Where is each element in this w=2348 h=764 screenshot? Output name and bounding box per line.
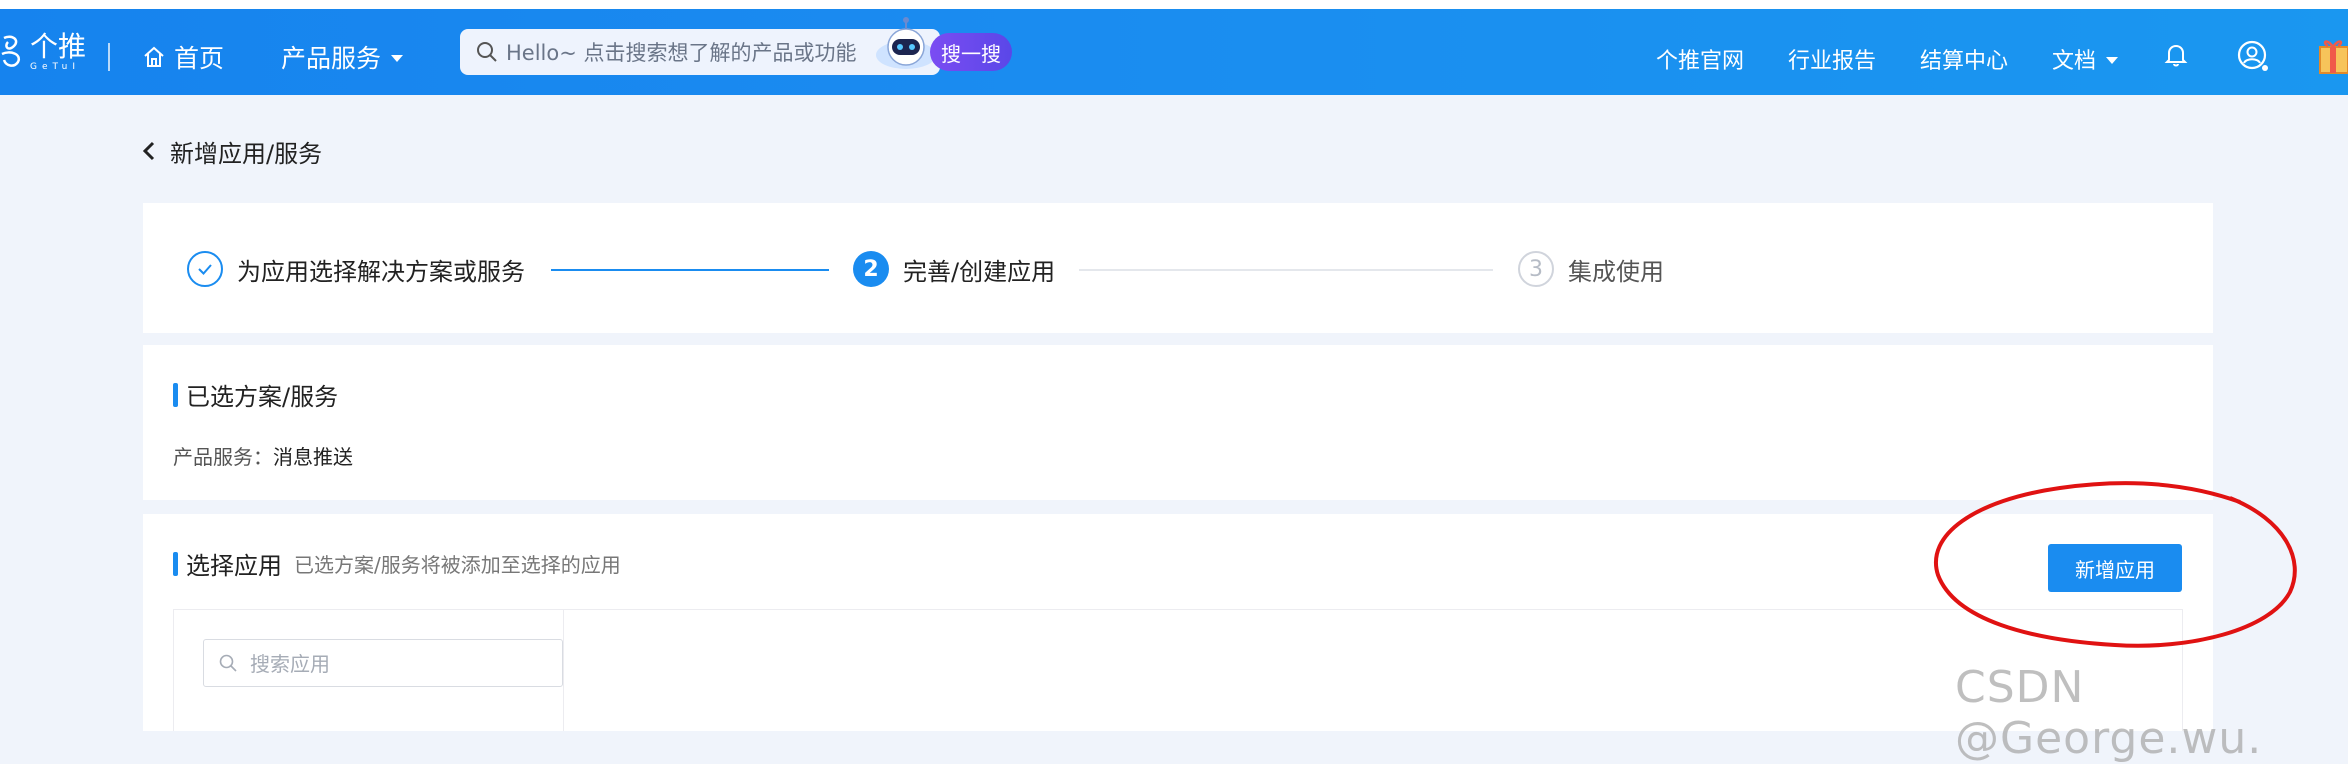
section-accent-bar (173, 382, 178, 407)
nav-docs-menu[interactable]: 文档 (2052, 39, 2119, 79)
global-search (460, 17, 940, 77)
product-value: 消息推送 (273, 445, 353, 469)
selected-solution-title: 已选方案/服务 (173, 377, 338, 412)
selected-product-line: 产品服务：消息推送 (173, 441, 353, 470)
step-1: 为应用选择解决方案或服务 (187, 249, 525, 289)
search-icon (477, 42, 497, 62)
logo-mark-icon (0, 32, 26, 72)
gift-icon[interactable] (2316, 33, 2348, 75)
browser-top-strip (0, 0, 2348, 9)
nav-home-link[interactable]: 首页 (142, 37, 224, 77)
step-2: 2 完善/创建应用 (853, 249, 1055, 289)
chevron-down-icon (2106, 57, 2119, 64)
user-circle-icon[interactable] (2236, 39, 2270, 73)
nav-link-billing-center[interactable]: 结算中心 (1920, 39, 2008, 79)
chevron-left-icon (142, 141, 155, 161)
chevron-down-icon (391, 55, 404, 62)
annotation-circle (1934, 481, 2297, 648)
app-search-box (203, 639, 563, 688)
selected-solution-title-text: 已选方案/服务 (186, 383, 339, 411)
home-icon (144, 46, 164, 67)
watermark: CSDN @George.wu. (1955, 662, 2263, 764)
nav-link-industry-report[interactable]: 行业报告 (1788, 39, 1876, 79)
global-search-input[interactable] (504, 29, 908, 77)
choose-app-title-text: 选择应用 (186, 552, 282, 580)
search-icon (219, 654, 237, 672)
step-1-label: 为应用选择解决方案或服务 (237, 257, 525, 286)
nav-link-official-site[interactable]: 个推官网 (1656, 39, 1744, 79)
step-3-number: 3 (1518, 251, 1554, 287)
bell-icon[interactable] (2164, 42, 2188, 68)
choose-app-subtitle: 已选方案/服务将被添加至选择的应用 (294, 553, 621, 577)
logo-text: 个推 (30, 29, 87, 63)
logo-subtext: GeTuI (30, 61, 81, 72)
nav-products-menu[interactable]: 产品服务 (281, 37, 404, 77)
nav-divider (108, 43, 110, 71)
choose-app-card: 选择应用 已选方案/服务将被添加至选择的应用 新增应用 (143, 514, 2213, 731)
step-connector-2 (1079, 269, 1493, 271)
panel-divider (563, 609, 564, 731)
getui-logo[interactable]: 个推 GeTuI (0, 29, 86, 75)
search-button[interactable]: 搜一搜 (930, 33, 1012, 71)
step-3-label: 集成使用 (1568, 257, 1664, 286)
nav-products-label: 产品服务 (281, 44, 382, 73)
check-circle-icon (187, 251, 223, 287)
step-3: 3 集成使用 (1518, 249, 1664, 289)
top-navbar: 个推 GeTuI 首页 产品服务 搜一搜 个推官网 行业报告 结算中心 文档 (0, 9, 2348, 95)
product-label: 产品服务： (173, 445, 273, 469)
selected-solution-card: 已选方案/服务 产品服务：消息推送 (143, 345, 2213, 500)
steps-card: 为应用选择解决方案或服务 2 完善/创建应用 3 集成使用 (143, 203, 2213, 333)
step-2-label: 完善/创建应用 (903, 257, 1056, 286)
page-title: 新增应用/服务 (170, 139, 323, 168)
step-2-number: 2 (853, 251, 889, 287)
section-accent-bar (173, 551, 178, 576)
nav-home-label: 首页 (174, 44, 225, 73)
app-search-input[interactable] (248, 640, 552, 688)
back-link[interactable]: 新增应用/服务 (140, 135, 323, 168)
nav-docs-label: 文档 (2052, 49, 2097, 74)
step-connector-1 (551, 269, 829, 271)
choose-app-title: 选择应用 已选方案/服务将被添加至选择的应用 (173, 546, 621, 581)
